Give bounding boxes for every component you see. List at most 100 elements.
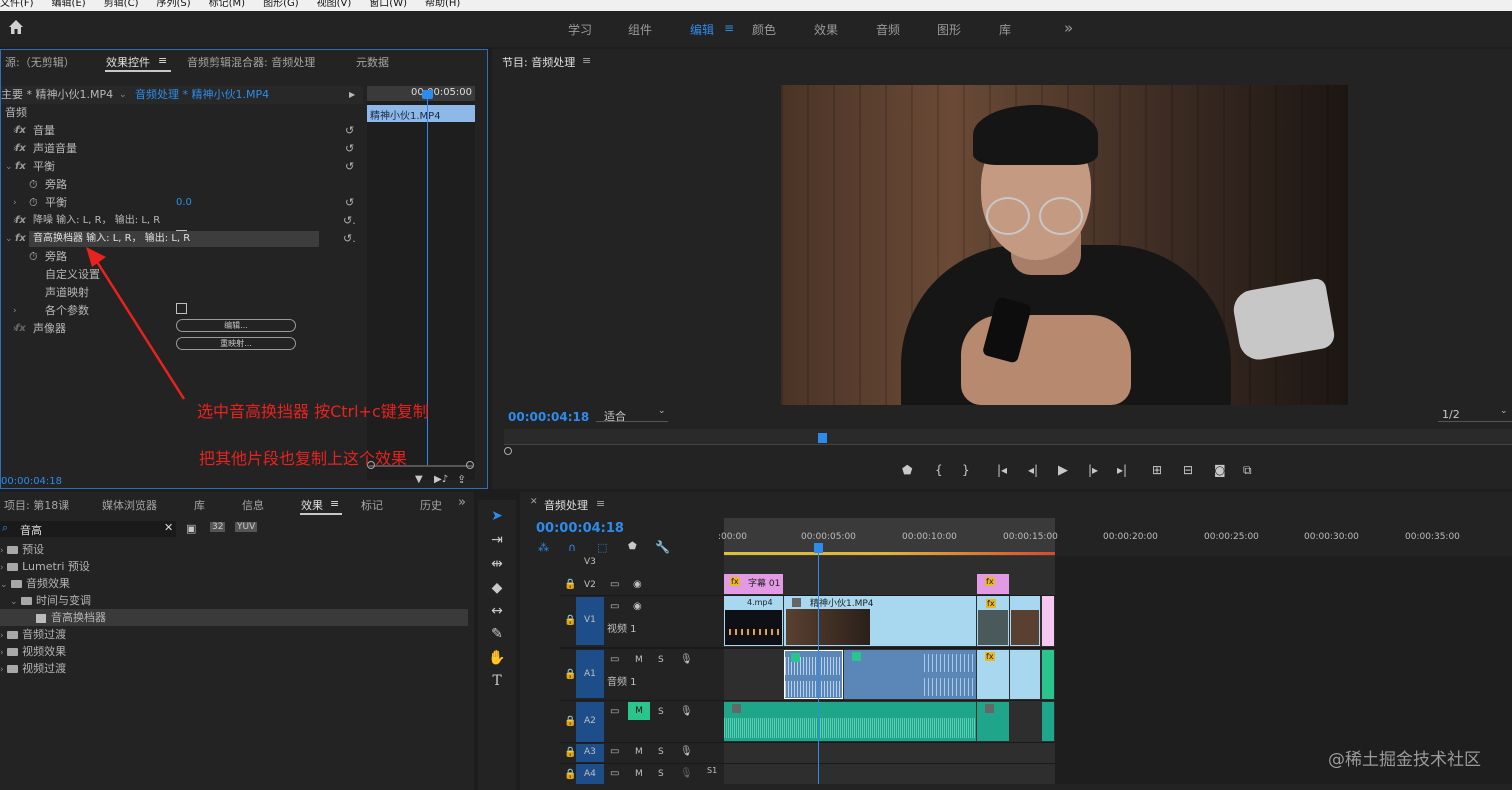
lock-icon[interactable]: 🔒 xyxy=(564,579,576,590)
snap-icon[interactable]: ∩ xyxy=(568,541,576,554)
mic-icon[interactable]: 🎙 xyxy=(680,746,693,757)
panel-menu-icon[interactable]: ≡ xyxy=(158,54,167,67)
tab-effects[interactable]: 效果 xyxy=(301,497,323,513)
audio-clip-a2-end[interactable] xyxy=(1042,702,1054,741)
effect-denoise-row[interactable]: › fx 降噪 输入: L, R， 输出: L, R ↺. xyxy=(1,212,363,230)
mark-in-icon[interactable]: { xyxy=(935,463,943,477)
workspace-learn[interactable]: 学习 xyxy=(568,21,592,38)
tree-time-pitch[interactable]: ⌄ 时间与变调 xyxy=(10,592,91,609)
type-tool-icon[interactable]: T xyxy=(486,673,508,693)
tree-lumetri-presets[interactable]: › Lumetri 预设 xyxy=(0,558,90,575)
hand-tool-icon[interactable]: ✋ xyxy=(486,650,508,670)
workspace-audio[interactable]: 音频 xyxy=(876,21,900,38)
tab-info[interactable]: 信息 xyxy=(242,497,264,513)
tab-metadata[interactable]: 元数据 xyxy=(356,54,389,70)
tab-media-browser[interactable]: 媒体浏览器 xyxy=(102,497,157,513)
audio-loop-icon[interactable]: ▶♪ xyxy=(434,474,448,485)
reset-icon[interactable]: ↺ xyxy=(345,158,354,176)
sequence-tab[interactable]: 音频处理 xyxy=(544,497,588,513)
selection-tool-icon[interactable]: ➤ xyxy=(486,508,508,528)
audio-clip-a1-end[interactable] xyxy=(1042,650,1054,699)
menu-item[interactable]: 图形(G) xyxy=(263,0,299,9)
workspace-editing[interactable]: 编辑 xyxy=(690,21,714,38)
reset-icon[interactable]: ↺ xyxy=(345,194,354,212)
linked-selection-icon[interactable]: ⬚ xyxy=(597,541,607,554)
timeline-playhead[interactable] xyxy=(818,544,819,784)
tab-source[interactable]: 源:（无剪辑） xyxy=(5,54,75,70)
panel-menu-icon[interactable]: ≡ xyxy=(330,497,339,510)
play-triangle-icon[interactable]: ▶ xyxy=(349,86,355,104)
program-timecode[interactable]: 00:00:04:18 xyxy=(508,410,589,424)
add-marker-icon[interactable]: ⬟ xyxy=(628,541,637,552)
mini-clip[interactable]: 精神小伙1.MP4 xyxy=(367,105,475,122)
go-to-out-icon[interactable]: ▸| xyxy=(1117,463,1127,477)
remap-button[interactable]: 重映射... xyxy=(176,337,296,350)
workspace-color[interactable]: 颜色 xyxy=(752,21,776,38)
video-clip-small[interactable]: fx xyxy=(977,596,1009,646)
accelerated-effects-icon[interactable]: ▣ xyxy=(186,522,196,535)
step-back-icon[interactable]: ◂| xyxy=(1028,463,1038,477)
sync-icon[interactable]: ▭ xyxy=(610,746,619,757)
sync-icon[interactable]: ▭ xyxy=(610,579,619,590)
mic-icon[interactable]: 🎙 xyxy=(680,768,693,779)
track-select-tool-icon[interactable]: ⇥ xyxy=(486,532,508,552)
camera-icon[interactable]: ◙ xyxy=(1214,463,1226,477)
audio-clip-a2[interactable] xyxy=(724,702,976,741)
lock-icon[interactable]: 🔒 xyxy=(564,769,576,780)
close-sequence-icon[interactable]: ✕ xyxy=(530,497,538,507)
clear-search-icon[interactable]: ✕ xyxy=(164,521,173,534)
sequence-clip-label[interactable]: 音频处理 * 精神小伙1.MP4 xyxy=(135,86,269,104)
tab-audio-clip-mixer[interactable]: 音频剪辑混合器: 音频处理 xyxy=(187,54,315,70)
sync-icon[interactable]: ▭ xyxy=(610,654,619,665)
yuv-effects-icon[interactable]: YUV xyxy=(235,522,258,532)
home-icon[interactable] xyxy=(8,19,24,35)
lock-icon[interactable]: 🔒 xyxy=(564,747,576,758)
audio-clip-a1[interactable] xyxy=(1010,650,1040,699)
chevron-right-icon[interactable]: › xyxy=(13,194,17,212)
menu-item[interactable]: 文件(F) xyxy=(0,0,34,9)
eye-icon[interactable]: ◉ xyxy=(633,579,642,590)
mic-icon[interactable]: 🎙 xyxy=(680,706,693,717)
tab-libraries[interactable]: 库 xyxy=(194,497,205,513)
add-marker-icon[interactable]: ⬟ xyxy=(902,463,912,477)
tab-project[interactable]: 项目: 第18课 xyxy=(4,497,69,513)
hamburger-icon[interactable]: ≡ xyxy=(724,21,734,35)
tab-markers[interactable]: 标记 xyxy=(361,497,383,513)
chevron-down-icon[interactable]: ⌄ xyxy=(119,86,127,104)
play-icon[interactable]: ▶ xyxy=(1058,463,1068,478)
mic-icon[interactable]: 🎙 xyxy=(680,654,693,665)
lift-icon[interactable]: ⊞ xyxy=(1152,463,1162,477)
workspace-assembly[interactable]: 组件 xyxy=(628,21,652,38)
sync-icon[interactable]: ▭ xyxy=(610,768,619,779)
timeline-playhead-handle[interactable] xyxy=(814,543,823,553)
sync-icon[interactable]: ▭ xyxy=(610,706,619,717)
lock-icon[interactable]: 🔒 xyxy=(564,615,576,626)
ripple-edit-tool-icon[interactable]: ⇹ xyxy=(486,556,508,576)
audio-clip-a1[interactable] xyxy=(844,650,976,699)
audio-clip-a1[interactable]: fx xyxy=(977,650,1009,699)
lock-icon[interactable]: 🔒 xyxy=(564,716,576,727)
fit-dropdown[interactable]: 适合 ⌄ xyxy=(596,406,668,423)
search-input[interactable]: 音高 xyxy=(20,522,42,538)
tree-video-transitions[interactable]: › 视频过渡 xyxy=(0,660,66,677)
solo-button[interactable]: S xyxy=(658,769,664,779)
tree-pitch-shifter[interactable]: 音高换档器 xyxy=(0,609,468,626)
master-clip-label[interactable]: 主要 * 精神小伙1.MP4 xyxy=(1,86,113,104)
menu-item[interactable]: 窗口(W) xyxy=(369,0,407,9)
sync-icon[interactable]: ▭ xyxy=(610,601,619,612)
menu-item[interactable]: 剪辑(C) xyxy=(104,0,139,9)
program-playhead[interactable] xyxy=(818,433,827,443)
zoom-handle[interactable] xyxy=(504,447,512,455)
balance-value[interactable]: 0.0 xyxy=(176,194,192,212)
effect-timecode[interactable]: 00:00:04:18 xyxy=(1,476,62,487)
export-icon[interactable]: ⇪ xyxy=(457,473,466,486)
tree-audio-effects[interactable]: ⌄ 音频效果 xyxy=(0,575,70,592)
tab-effect-controls[interactable]: 效果控件 xyxy=(106,54,150,70)
nest-icon[interactable]: ⁂ xyxy=(538,541,549,554)
effect-balance-row[interactable]: ⌄ fx 平衡 ↺ xyxy=(1,158,363,176)
panel-menu-icon[interactable]: ≡ xyxy=(596,497,605,510)
mute-button-active[interactable]: M xyxy=(628,702,650,720)
chevron-down-icon[interactable]: ⌄ xyxy=(5,230,13,248)
timeline-timecode[interactable]: 00:00:04:18 xyxy=(536,521,624,536)
go-to-in-icon[interactable]: |◂ xyxy=(997,463,1007,477)
